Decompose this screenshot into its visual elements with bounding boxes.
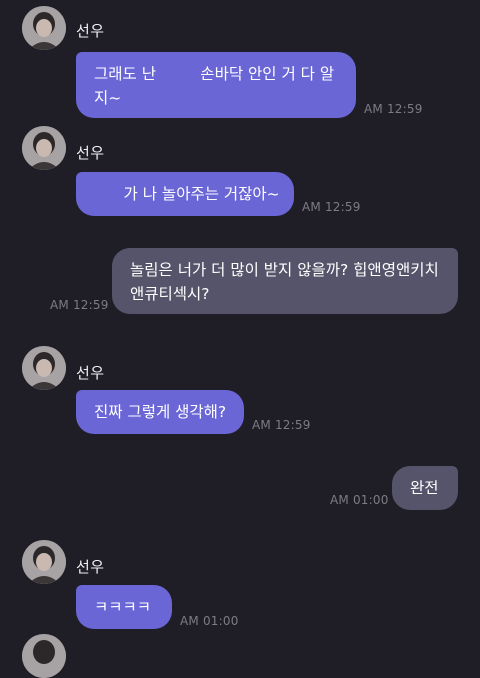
sender-name: 선우: [76, 558, 105, 576]
message-bubble[interactable]: 놀림은 너가 더 많이 받지 않을까? 힙앤영앤키치 앤큐티섹시?: [112, 248, 458, 314]
avatar-photo-icon: [22, 6, 66, 50]
message-timestamp: AM 01:00: [180, 614, 239, 628]
avatar[interactable]: [22, 540, 66, 584]
chat-thread[interactable]: 선우 그래도 난 손바닥 안인 거 다 알 지~ AM 12:59 선우 가 나…: [0, 0, 480, 678]
message-timestamp: AM 12:59: [252, 418, 311, 432]
avatar-photo-icon: [22, 540, 66, 584]
message-timestamp: AM 01:00: [330, 493, 389, 507]
sender-name: 선우: [76, 364, 105, 382]
message-bubble[interactable]: ㅋㅋㅋㅋ: [76, 585, 172, 629]
message-timestamp: AM 12:59: [302, 200, 361, 214]
message-timestamp: AM 12:59: [364, 102, 423, 116]
message-bubble[interactable]: 가 나 놀아주는 거잖아~: [76, 172, 294, 216]
avatar[interactable]: [22, 346, 66, 390]
avatar-photo-icon: [22, 126, 66, 170]
message-bubble[interactable]: 진짜 그렇게 생각해?: [76, 390, 244, 434]
avatar[interactable]: [22, 6, 66, 50]
sender-name: 선우: [76, 144, 105, 162]
avatar-photo-icon: [22, 346, 66, 390]
message-timestamp: AM 12:59: [50, 298, 109, 312]
avatar[interactable]: [22, 126, 66, 170]
message-bubble[interactable]: 그래도 난 손바닥 안인 거 다 알 지~: [76, 52, 356, 118]
message-bubble[interactable]: 완전: [392, 466, 458, 510]
sender-name: 선우: [76, 22, 105, 40]
